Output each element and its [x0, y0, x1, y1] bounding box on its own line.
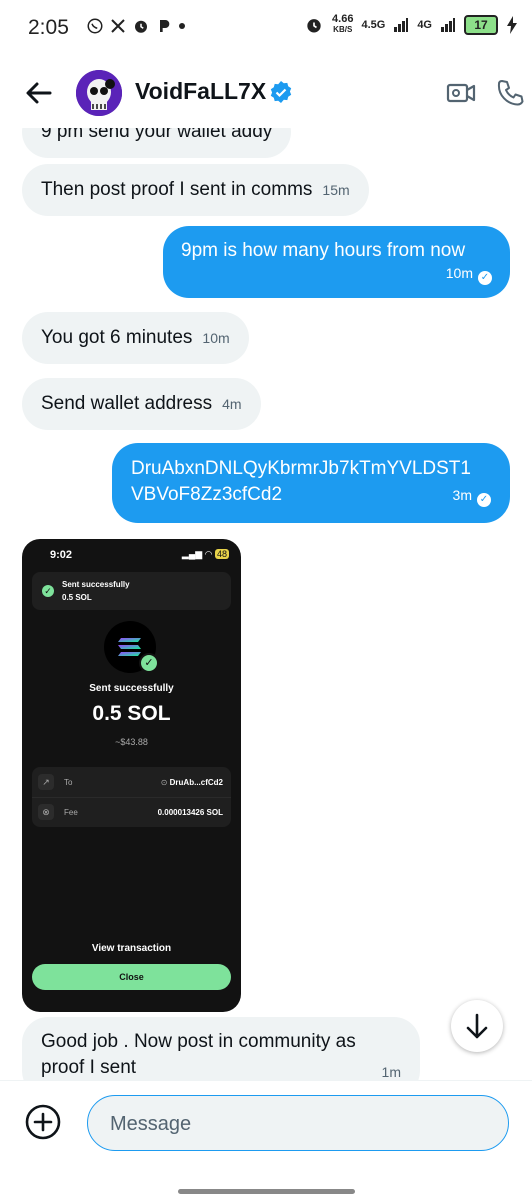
battery-indicator: 17: [464, 14, 498, 35]
message-text-line: DruAbxnDNLQyKbrmrJb7kTmYVLDST1: [131, 458, 471, 479]
message-incoming[interactable]: 9 pm send your wallet addy: [22, 128, 292, 158]
home-indicator[interactable]: [178, 1189, 355, 1194]
message-text: Then post proof I sent in comms: [41, 179, 313, 200]
message-text: 9pm is how many hours from now: [181, 240, 466, 261]
message-time: 1m: [381, 1064, 401, 1080]
message-meta: 3m ✓: [453, 486, 491, 507]
message-meta: 10m ✓: [181, 264, 492, 285]
message-time: 3m: [452, 487, 472, 503]
image-card-amount: 0.5 SOL: [62, 593, 92, 602]
message-incoming[interactable]: Good job . Now post in community as proo…: [22, 1017, 420, 1080]
user-icon: ⊙: [160, 778, 168, 787]
network-speed: 4.66 KB/S: [332, 13, 354, 35]
charging-icon: [507, 15, 517, 34]
attached-image[interactable]: 9:02 ▂▄▆ ◠ 48 ✓ Sent successfully 0.5 SO…: [22, 539, 241, 1012]
signal-icon: [394, 17, 409, 32]
back-arrow-icon[interactable]: [24, 78, 54, 108]
message-text: You got 6 minutes: [41, 327, 193, 348]
p-icon: [160, 20, 170, 32]
read-check-icon: ✓: [477, 493, 491, 507]
arrow-up-right-icon: ↗: [38, 774, 54, 790]
message-outgoing[interactable]: 9pm is how many hours from now 10m ✓: [163, 226, 510, 298]
add-attachment-icon[interactable]: [25, 1104, 61, 1140]
conversation-header: VoidFaLL7X: [0, 58, 532, 128]
network-type-1: 4.5G: [361, 18, 386, 31]
message-text-line-2-row: VBVoF8Zz3cfCd2 3m ✓: [131, 482, 491, 508]
image-card-title: Sent successfully: [62, 580, 130, 589]
image-row-to: ↗ To ⊙ DruAb...cfCd2: [32, 767, 231, 797]
video-call-icon[interactable]: [445, 78, 477, 108]
conversation-title[interactable]: VoidFaLL7X: [135, 78, 266, 105]
message-outgoing[interactable]: DruAbxnDNLQyKbrmrJb7kTmYVLDST1 VBVoF8Zz3…: [112, 443, 510, 523]
image-sent-label: Sent successfully: [89, 683, 174, 694]
image-to-label: To: [64, 778, 73, 787]
message-text-line-2-row: proof I sent 1m: [41, 1055, 401, 1080]
message-text: 9 pm send your wallet addy: [41, 128, 273, 142]
message-composer: [0, 1080, 532, 1201]
image-fee-label: Fee: [64, 808, 78, 817]
status-system-icons: 4.66 KB/S 4.5G 4G 17: [304, 14, 518, 35]
scroll-to-bottom-button[interactable]: [451, 1000, 503, 1052]
whatsapp-icon: [87, 18, 103, 34]
avatar[interactable]: [76, 70, 122, 116]
message-text-line: Good job . Now post in community as: [41, 1031, 356, 1052]
success-badge-icon: ✓: [139, 653, 159, 673]
image-row-fee: ⊗ Fee 0.000013426 SOL: [32, 797, 231, 827]
read-check-icon: ✓: [478, 271, 492, 285]
message-incoming[interactable]: You got 6 minutes 10m: [22, 312, 249, 364]
dot-icon: [179, 23, 185, 29]
image-notification-card: ✓ Sent successfully 0.5 SOL: [32, 572, 231, 610]
message-text-line: VBVoF8Zz3cfCd2: [131, 484, 283, 505]
image-close-button: Close: [32, 964, 231, 990]
image-usd-value: ~$43.88: [115, 737, 148, 747]
image-status-time: 9:02: [50, 549, 73, 561]
alarm-clock-icon: [307, 18, 321, 32]
alarm-icon: [135, 20, 147, 33]
status-time: 2:05: [28, 16, 69, 39]
image-to-value: ⊙ DruAb...cfCd2: [160, 778, 223, 787]
status-bar: 2:05 4.66 KB/S 4.5G 4G 17: [0, 0, 532, 58]
message-incoming[interactable]: Then post proof I sent in comms 15m: [22, 164, 369, 216]
message-thread[interactable]: 9 pm send your wallet addy Then post pro…: [0, 128, 532, 1080]
message-incoming[interactable]: Send wallet address 4m: [22, 378, 261, 430]
skull-avatar-image: [76, 70, 122, 116]
x-icon: [111, 19, 125, 33]
phone-call-icon[interactable]: [496, 78, 524, 108]
network-type-2: 4G: [417, 18, 432, 31]
image-view-transaction: View transaction: [91, 943, 172, 954]
message-text-line: proof I sent: [41, 1057, 137, 1078]
image-status-icons: ▂▄▆ ◠ 48: [181, 549, 229, 559]
image-amount: 0.5 SOL: [92, 702, 171, 725]
verified-badge-icon: [270, 81, 292, 103]
check-circle-icon: ✓: [42, 585, 54, 597]
image-fee-value: 0.000013426 SOL: [157, 808, 223, 817]
arrow-down-icon: [466, 1013, 488, 1039]
fee-icon: ⊗: [38, 804, 54, 820]
status-notification-icons: [86, 17, 186, 35]
message-time: 10m: [202, 330, 230, 346]
message-time: 15m: [322, 182, 350, 198]
image-battery: 48: [214, 549, 229, 559]
signal-icon-2: [441, 17, 455, 32]
image-details-table: ↗ To ⊙ DruAb...cfCd2 ⊗ Fee 0.000013426 S…: [32, 767, 231, 827]
message-input-container[interactable]: [87, 1095, 509, 1151]
message-text: Send wallet address: [41, 393, 213, 414]
message-time: 4m: [222, 396, 242, 412]
message-time: 10m: [445, 265, 473, 281]
message-input[interactable]: [108, 1109, 492, 1139]
